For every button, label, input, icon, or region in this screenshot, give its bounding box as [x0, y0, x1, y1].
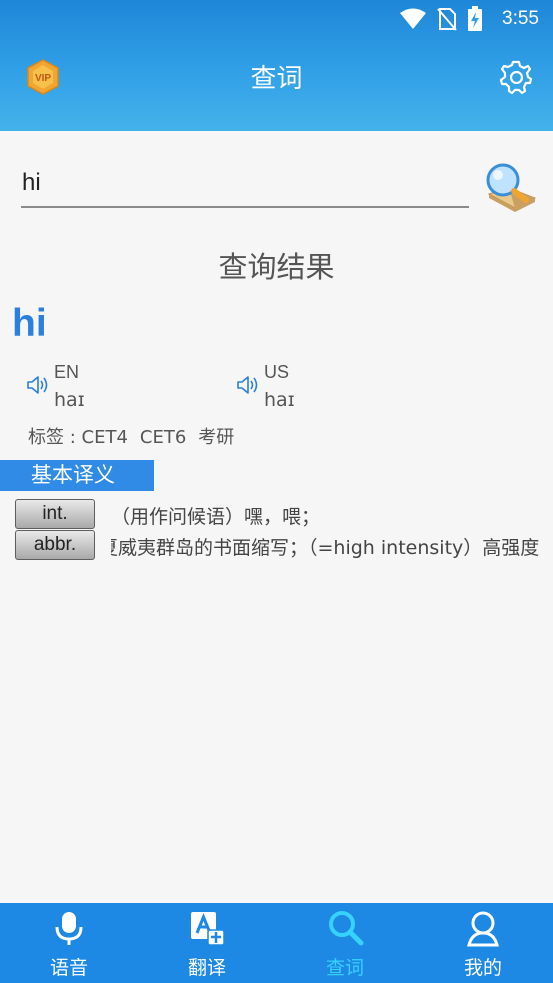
user-icon: [467, 911, 499, 947]
wifi-icon: [400, 8, 426, 29]
nav-label: 语音: [49, 957, 88, 979]
nav-item-translate[interactable]: 翻译: [138, 903, 276, 983]
phonetic-label: US: [264, 362, 290, 382]
nav-item-voice[interactable]: 语音: [0, 903, 138, 983]
tag-item: CET6: [139, 427, 187, 448]
result-heading: 查询结果: [218, 250, 335, 284]
nav-item-lookup[interactable]: 查词: [276, 903, 414, 983]
phonetic-label: EN: [54, 362, 80, 382]
tab-basic-meaning[interactable]: 基本译义: [0, 460, 154, 491]
microphone-icon: [55, 912, 83, 945]
result-word: hi: [12, 302, 47, 345]
settings-gear-icon[interactable]: [497, 58, 535, 96]
no-sim-icon: [437, 8, 457, 31]
nav-item-mine[interactable]: 我的: [414, 903, 552, 983]
app-header: 3:55 VIP 查词: [0, 0, 553, 131]
word-tags: 标签 : CET4 CET6 考研: [28, 423, 246, 449]
status-bar: 3:55: [0, 0, 553, 40]
pos-button[interactable]: int.: [15, 499, 95, 529]
speaker-icon[interactable]: [26, 374, 50, 396]
nav-label: 查词: [325, 957, 364, 979]
tags-label: 标签 :: [28, 427, 82, 448]
nav-label: 翻译: [187, 957, 226, 979]
tag-item: CET4: [81, 427, 128, 448]
status-time: 3:55: [502, 8, 539, 29]
pos-button[interactable]: abbr.: [15, 530, 95, 560]
phonetic-ipa: haɪ: [264, 389, 295, 411]
translate-icon: [191, 912, 225, 946]
definition-row: int. （用作问候语）嘿，喂；: [15, 499, 545, 530]
status-icons: [399, 6, 483, 32]
page-title: 查词: [250, 64, 303, 94]
definition-text: 夏威夷群岛的书面缩写；（=high intensity）高强度: [111, 537, 540, 559]
bottom-nav: 语音 翻译 查词 我的: [0, 903, 553, 983]
search-input[interactable]: [21, 160, 469, 208]
search-row: [21, 160, 541, 220]
search-magnifier-button[interactable]: [483, 160, 539, 216]
nav-label: 我的: [463, 957, 502, 979]
definition-clip: 夏威夷群岛的书面缩写；（=high intensity）高强度: [111, 530, 545, 561]
search-icon: [329, 911, 364, 946]
battery-charging-icon: [468, 6, 482, 31]
definition-row: abbr. 夏威夷群岛的书面缩写；（=high intensity）高强度: [15, 530, 545, 561]
speaker-icon[interactable]: [236, 374, 260, 396]
tag-item: 考研: [198, 427, 235, 448]
definition-text: （用作问候语）嘿，喂；: [111, 506, 321, 528]
phonetic-ipa: haɪ: [54, 389, 85, 411]
